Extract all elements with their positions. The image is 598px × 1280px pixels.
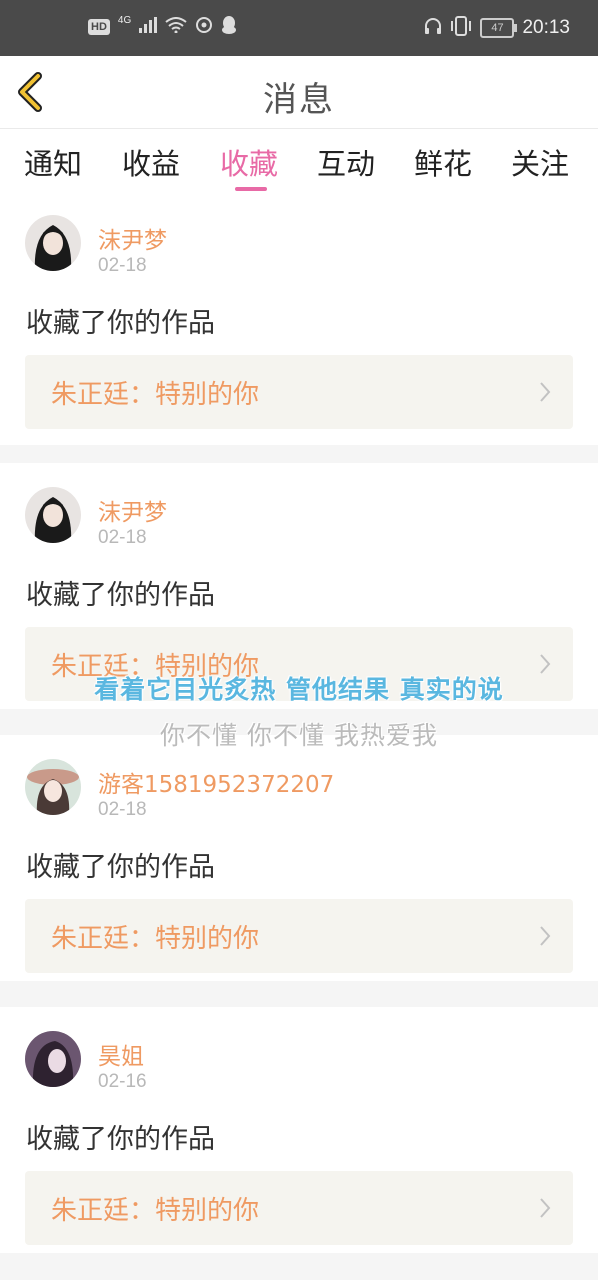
lyric-line-next: 你不懂 你不懂 我热爱我 (160, 721, 438, 750)
qq-penguin-icon (221, 16, 237, 38)
tab-bar: 通知 收益 收藏 互动 鲜花 关注 (0, 129, 598, 199)
timestamp: 02-16 (98, 1071, 147, 1092)
username[interactable]: 游客1581952372207 (98, 765, 334, 799)
wifi-icon (165, 17, 187, 37)
tab-notifications[interactable]: 通知 (24, 141, 82, 183)
page-title: 消息 (263, 80, 335, 120)
battery-icon: 47 (480, 18, 518, 38)
username[interactable]: 昊姐 (98, 1037, 144, 1071)
chevron-right-icon (540, 382, 551, 402)
timestamp: 02-18 (98, 799, 147, 820)
status-left: HD 4G (88, 16, 237, 38)
lyric-line-current: 看着它目光炙热 管他结果 真实的说 (94, 675, 504, 704)
avatar[interactable] (25, 759, 81, 815)
list-item: 昊姐 02-16 收藏了你的作品 朱正廷：特别的你 (0, 1007, 598, 1253)
network-label: 4G (117, 15, 132, 26)
timestamp: 02-18 (98, 255, 147, 276)
active-tab-indicator (235, 187, 267, 191)
headset-icon (424, 17, 442, 39)
username[interactable]: 沫尹梦 (98, 221, 167, 255)
list-item: 沫尹梦 02-18 收藏了你的作品 朱正廷：特别的你 (0, 199, 598, 445)
work-title: 朱正廷：特别的你 (51, 924, 260, 954)
signal-icon (139, 17, 158, 37)
status-right: 47 20:13 (424, 16, 570, 40)
tab-flowers[interactable]: 鲜花 (414, 141, 472, 183)
work-link[interactable]: 朱正廷：特别的你 (25, 355, 573, 429)
tab-favorites[interactable]: 收藏 (220, 141, 278, 183)
work-link[interactable]: 朱正廷：特别的你 (25, 899, 573, 973)
clock: 20:13 (522, 17, 570, 38)
list-item: 游客1581952372207 02-18 收藏了你的作品 朱正廷：特别的你 (0, 735, 598, 981)
avatar[interactable] (25, 487, 81, 543)
app-header: 消息 (0, 56, 598, 129)
action-text: 收藏了你的作品 (26, 852, 215, 883)
chevron-right-icon (540, 1198, 551, 1218)
timestamp: 02-18 (98, 527, 147, 548)
avatar[interactable] (25, 215, 81, 271)
chevron-right-icon (540, 926, 551, 946)
username[interactable]: 沫尹梦 (98, 493, 167, 527)
avatar[interactable] (25, 1031, 81, 1087)
hd-badge: HD (88, 19, 110, 35)
action-text: 收藏了你的作品 (26, 1124, 215, 1155)
vibrate-icon (450, 16, 472, 40)
action-text: 收藏了你的作品 (26, 308, 215, 339)
work-link[interactable]: 朱正廷：特别的你 (25, 1171, 573, 1245)
sync-icon (195, 16, 213, 38)
tab-follows[interactable]: 关注 (511, 141, 569, 183)
work-title: 朱正廷：特别的你 (51, 380, 260, 410)
tab-earnings[interactable]: 收益 (122, 141, 180, 183)
work-title: 朱正廷：特别的你 (51, 1196, 260, 1226)
action-text: 收藏了你的作品 (26, 580, 215, 611)
status-bar: HD 4G 47 20:13 (0, 0, 598, 56)
tab-interactions[interactable]: 互动 (317, 141, 375, 183)
